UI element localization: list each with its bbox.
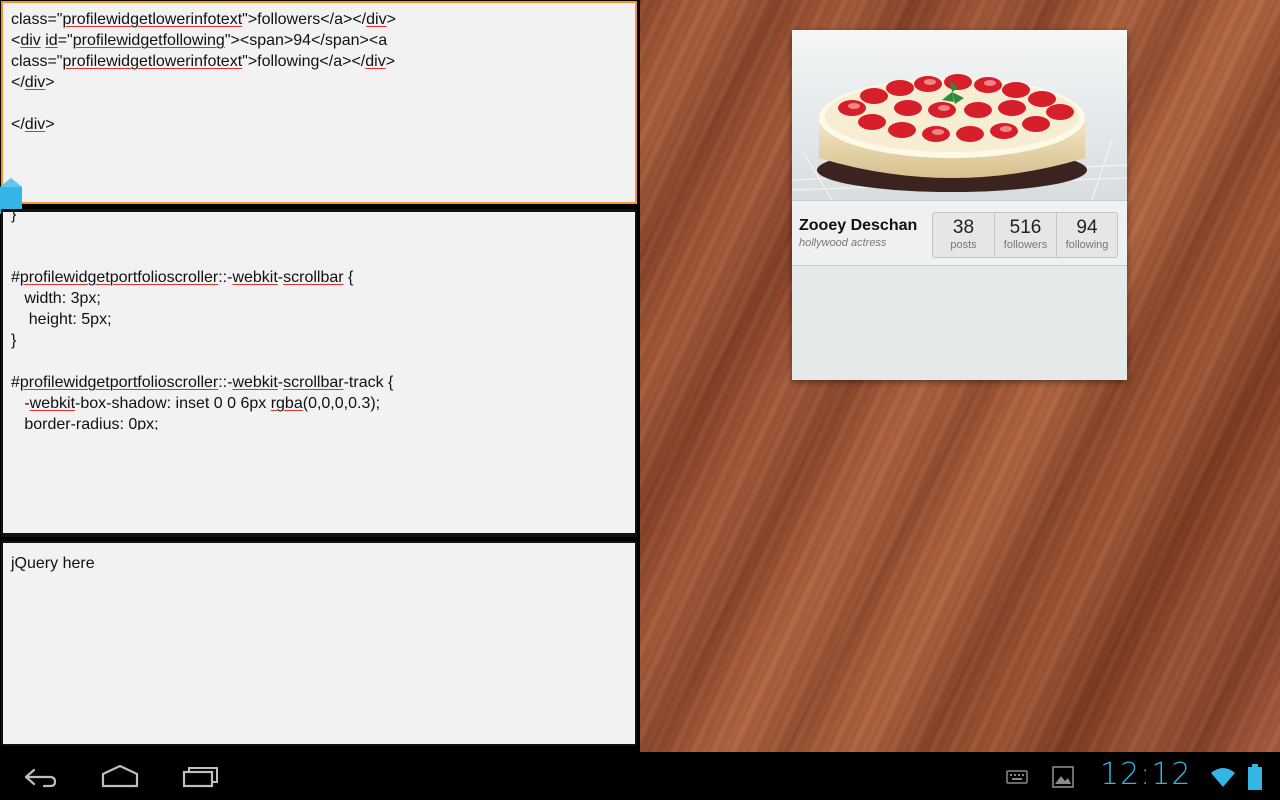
misspelled-token: profilewidgetlowerinfotext — [62, 53, 243, 70]
code-token: # — [11, 374, 20, 391]
code-token: } — [11, 212, 17, 223]
html-code-line: class="profilewidgetlowerinfotext">follo… — [11, 9, 396, 30]
code-token: > — [45, 74, 55, 91]
profile-subtitle: hollywood actress — [799, 237, 887, 249]
stat-label: posts — [950, 239, 977, 251]
html-code-text: class="profilewidgetlowerinfotext">follo… — [11, 9, 396, 135]
stat-label: followers — [1003, 239, 1048, 251]
misspelled-token: id — [45, 32, 58, 49]
misspelled-token: webkit — [232, 269, 278, 286]
css-code-line — [11, 225, 393, 246]
stat-followers[interactable]: 516 followers — [995, 213, 1057, 257]
misspelled-token: div — [24, 116, 46, 133]
misspelled-token: div — [366, 11, 387, 28]
code-token: (0,0,0,0.3); — [302, 395, 381, 412]
css-code-line: -webkit-box-shadow: inset 0 0 6px rgba(0… — [11, 393, 393, 414]
profile-name: Zooey Deschan — [799, 217, 918, 234]
css-code-line: #profilewidgetportfolioscroller::-webkit… — [11, 372, 393, 393]
code-token: border-radius: 0px; — [11, 416, 159, 430]
js-code-text: jQuery here — [11, 555, 95, 572]
misspelled-token: profilewidgetportfolioscroller — [19, 269, 219, 286]
stat-following[interactable]: 94 following — [1057, 213, 1117, 257]
profile-stats: 38 posts 516 followers 94 following — [932, 212, 1118, 258]
html-code-editor[interactable]: class="profilewidgetlowerinfotext">follo… — [1, 1, 637, 204]
css-code-line — [11, 246, 393, 267]
misspelled-token: div — [20, 32, 41, 49]
html-code-line: </div> — [11, 114, 396, 135]
code-token: ">followers</a></ — [242, 11, 367, 28]
code-token: class=" — [11, 11, 63, 28]
css-code-editor[interactable]: } #profilewidgetportfolioscroller::-webki… — [1, 209, 637, 537]
code-token: ::- — [218, 374, 233, 391]
code-token: </ — [11, 116, 25, 133]
code-token: } — [11, 332, 17, 349]
back-icon[interactable] — [22, 762, 58, 792]
battery-icon — [1248, 764, 1262, 790]
html-code-line: <div id="profilewidgetfollowing"><span>9… — [11, 30, 396, 51]
css-code-line: height: 5px; — [11, 309, 393, 330]
stat-label: following — [1065, 239, 1109, 251]
misspelled-token: webkit — [232, 374, 278, 391]
code-token: > — [386, 11, 396, 28]
code-token: "><span>94</span><a — [224, 32, 388, 49]
code-token: =" — [57, 32, 73, 49]
code-token: > — [385, 53, 396, 70]
home-icon[interactable] — [100, 762, 140, 792]
css-code-line: #profilewidgetportfolioscroller::-webkit… — [11, 267, 393, 288]
code-token: height: 5px; — [11, 311, 112, 328]
css-code-line: width: 3px; — [11, 288, 393, 309]
css-code-text: } #profilewidgetportfolioscroller::-webki… — [11, 212, 393, 430]
recent-apps-icon[interactable] — [180, 762, 220, 792]
js-code-editor[interactable]: jQuery here — [1, 541, 637, 746]
code-token: ">following</a></ — [242, 53, 366, 70]
profile-info-bar: Zooey Deschan hollywood actress 38 posts… — [792, 200, 1127, 266]
wifi-icon — [1211, 768, 1235, 787]
code-token: > — [45, 116, 55, 133]
html-code-line: class="profilewidgetlowerinfotext">follo… — [11, 51, 396, 72]
clock[interactable]: 12:12 — [1100, 757, 1191, 792]
css-code-line: } — [11, 330, 393, 351]
code-token: width: 3px; — [11, 290, 101, 307]
code-token: </ — [11, 74, 25, 91]
stat-posts[interactable]: 38 posts — [933, 213, 995, 257]
keyboard-icon[interactable] — [1006, 770, 1028, 784]
stat-value: 38 — [952, 217, 975, 238]
misspelled-token: div — [24, 74, 46, 91]
misspelled-token: webkit — [29, 395, 76, 412]
code-token: - — [11, 395, 30, 412]
html-code-line — [11, 93, 396, 114]
misspelled-token: profilewidgetfollowing — [72, 32, 225, 49]
misspelled-token: rgba — [270, 395, 303, 412]
css-code-line — [11, 351, 393, 372]
code-token: -box-shadow: inset 0 0 6px — [75, 395, 271, 412]
system-navigation-bar — [0, 752, 1280, 800]
code-token: -track { — [343, 374, 394, 391]
stat-value: 94 — [1076, 217, 1098, 238]
code-token: { — [343, 269, 354, 286]
cheesecake-photo — [792, 30, 1127, 200]
stat-value: 516 — [1009, 217, 1042, 238]
gallery-notification-icon[interactable] — [1052, 766, 1074, 788]
css-code-line: border-radius: 0px; — [11, 414, 393, 430]
misspelled-token: div — [365, 53, 386, 70]
html-code-line: </div> — [11, 72, 396, 93]
code-token: # — [11, 269, 20, 286]
code-token: ::- — [218, 269, 233, 286]
misspelled-token: scrollbar — [283, 374, 344, 391]
profile-widget: Zooey Deschan hollywood actress 38 posts… — [792, 30, 1127, 380]
code-token: < — [11, 32, 21, 49]
misspelled-token: scrollbar — [283, 269, 344, 286]
code-token: class=" — [11, 53, 63, 70]
css-code-line: } — [11, 212, 393, 225]
misspelled-token: profilewidgetlowerinfotext — [62, 11, 243, 28]
misspelled-token: profilewidgetportfolioscroller — [19, 374, 219, 391]
